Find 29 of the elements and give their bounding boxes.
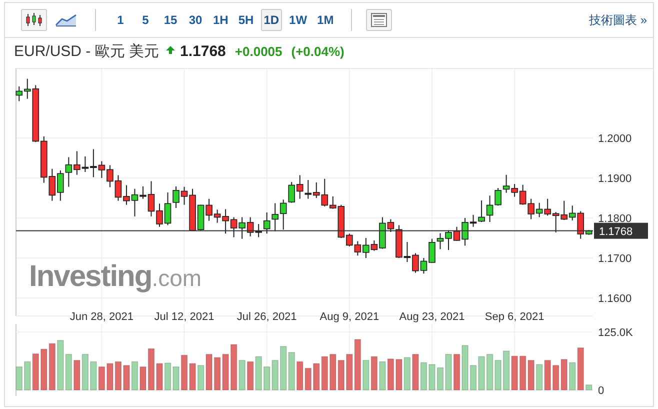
price-tag-background <box>594 222 648 239</box>
price-change: +0.0005 <box>234 44 282 59</box>
percent-change: (+0.04%) <box>291 44 344 59</box>
date-axis-label: Jun 28, 2021 <box>70 311 134 323</box>
last-price: 1.1768 <box>180 43 226 60</box>
price-axis-label: 1.1900 <box>598 173 632 185</box>
table-view-button[interactable] <box>366 9 392 31</box>
candlestick-icon <box>25 13 43 27</box>
price-axis-label: 1.1700 <box>598 253 632 265</box>
date-axis-label: Aug 9, 2021 <box>320 311 380 323</box>
date-axis-label: Sep 6, 2021 <box>484 311 544 323</box>
volume-axis-label: 125.0K <box>598 327 633 339</box>
date-axis-label: Aug 23, 2021 <box>399 311 465 323</box>
price-axis-label: 1.2000 <box>598 133 632 145</box>
date-axis-label: Jul 26, 2021 <box>236 311 297 323</box>
date-axis-label: Jul 12, 2021 <box>154 311 214 323</box>
price-tag-label: 1.1768 <box>599 226 633 238</box>
logo-domain: .com <box>152 265 202 292</box>
interval-tab[interactable]: 1D <box>260 9 282 31</box>
price-axis-label: 1.1800 <box>598 213 632 225</box>
candlestick-chart-button[interactable] <box>21 9 47 31</box>
volume-axis-label: 0 <box>598 385 604 396</box>
up-arrow-icon <box>166 46 176 54</box>
technical-chart-link[interactable]: 技術圖表 » <box>588 12 647 28</box>
logo-text: Investing <box>29 260 152 294</box>
table-icon <box>370 13 387 27</box>
symbol-title: EUR/USD - 歐元 美元 <box>14 42 160 61</box>
line-chart-icon <box>55 13 77 27</box>
price-axis-label: 1.1600 <box>598 293 632 305</box>
